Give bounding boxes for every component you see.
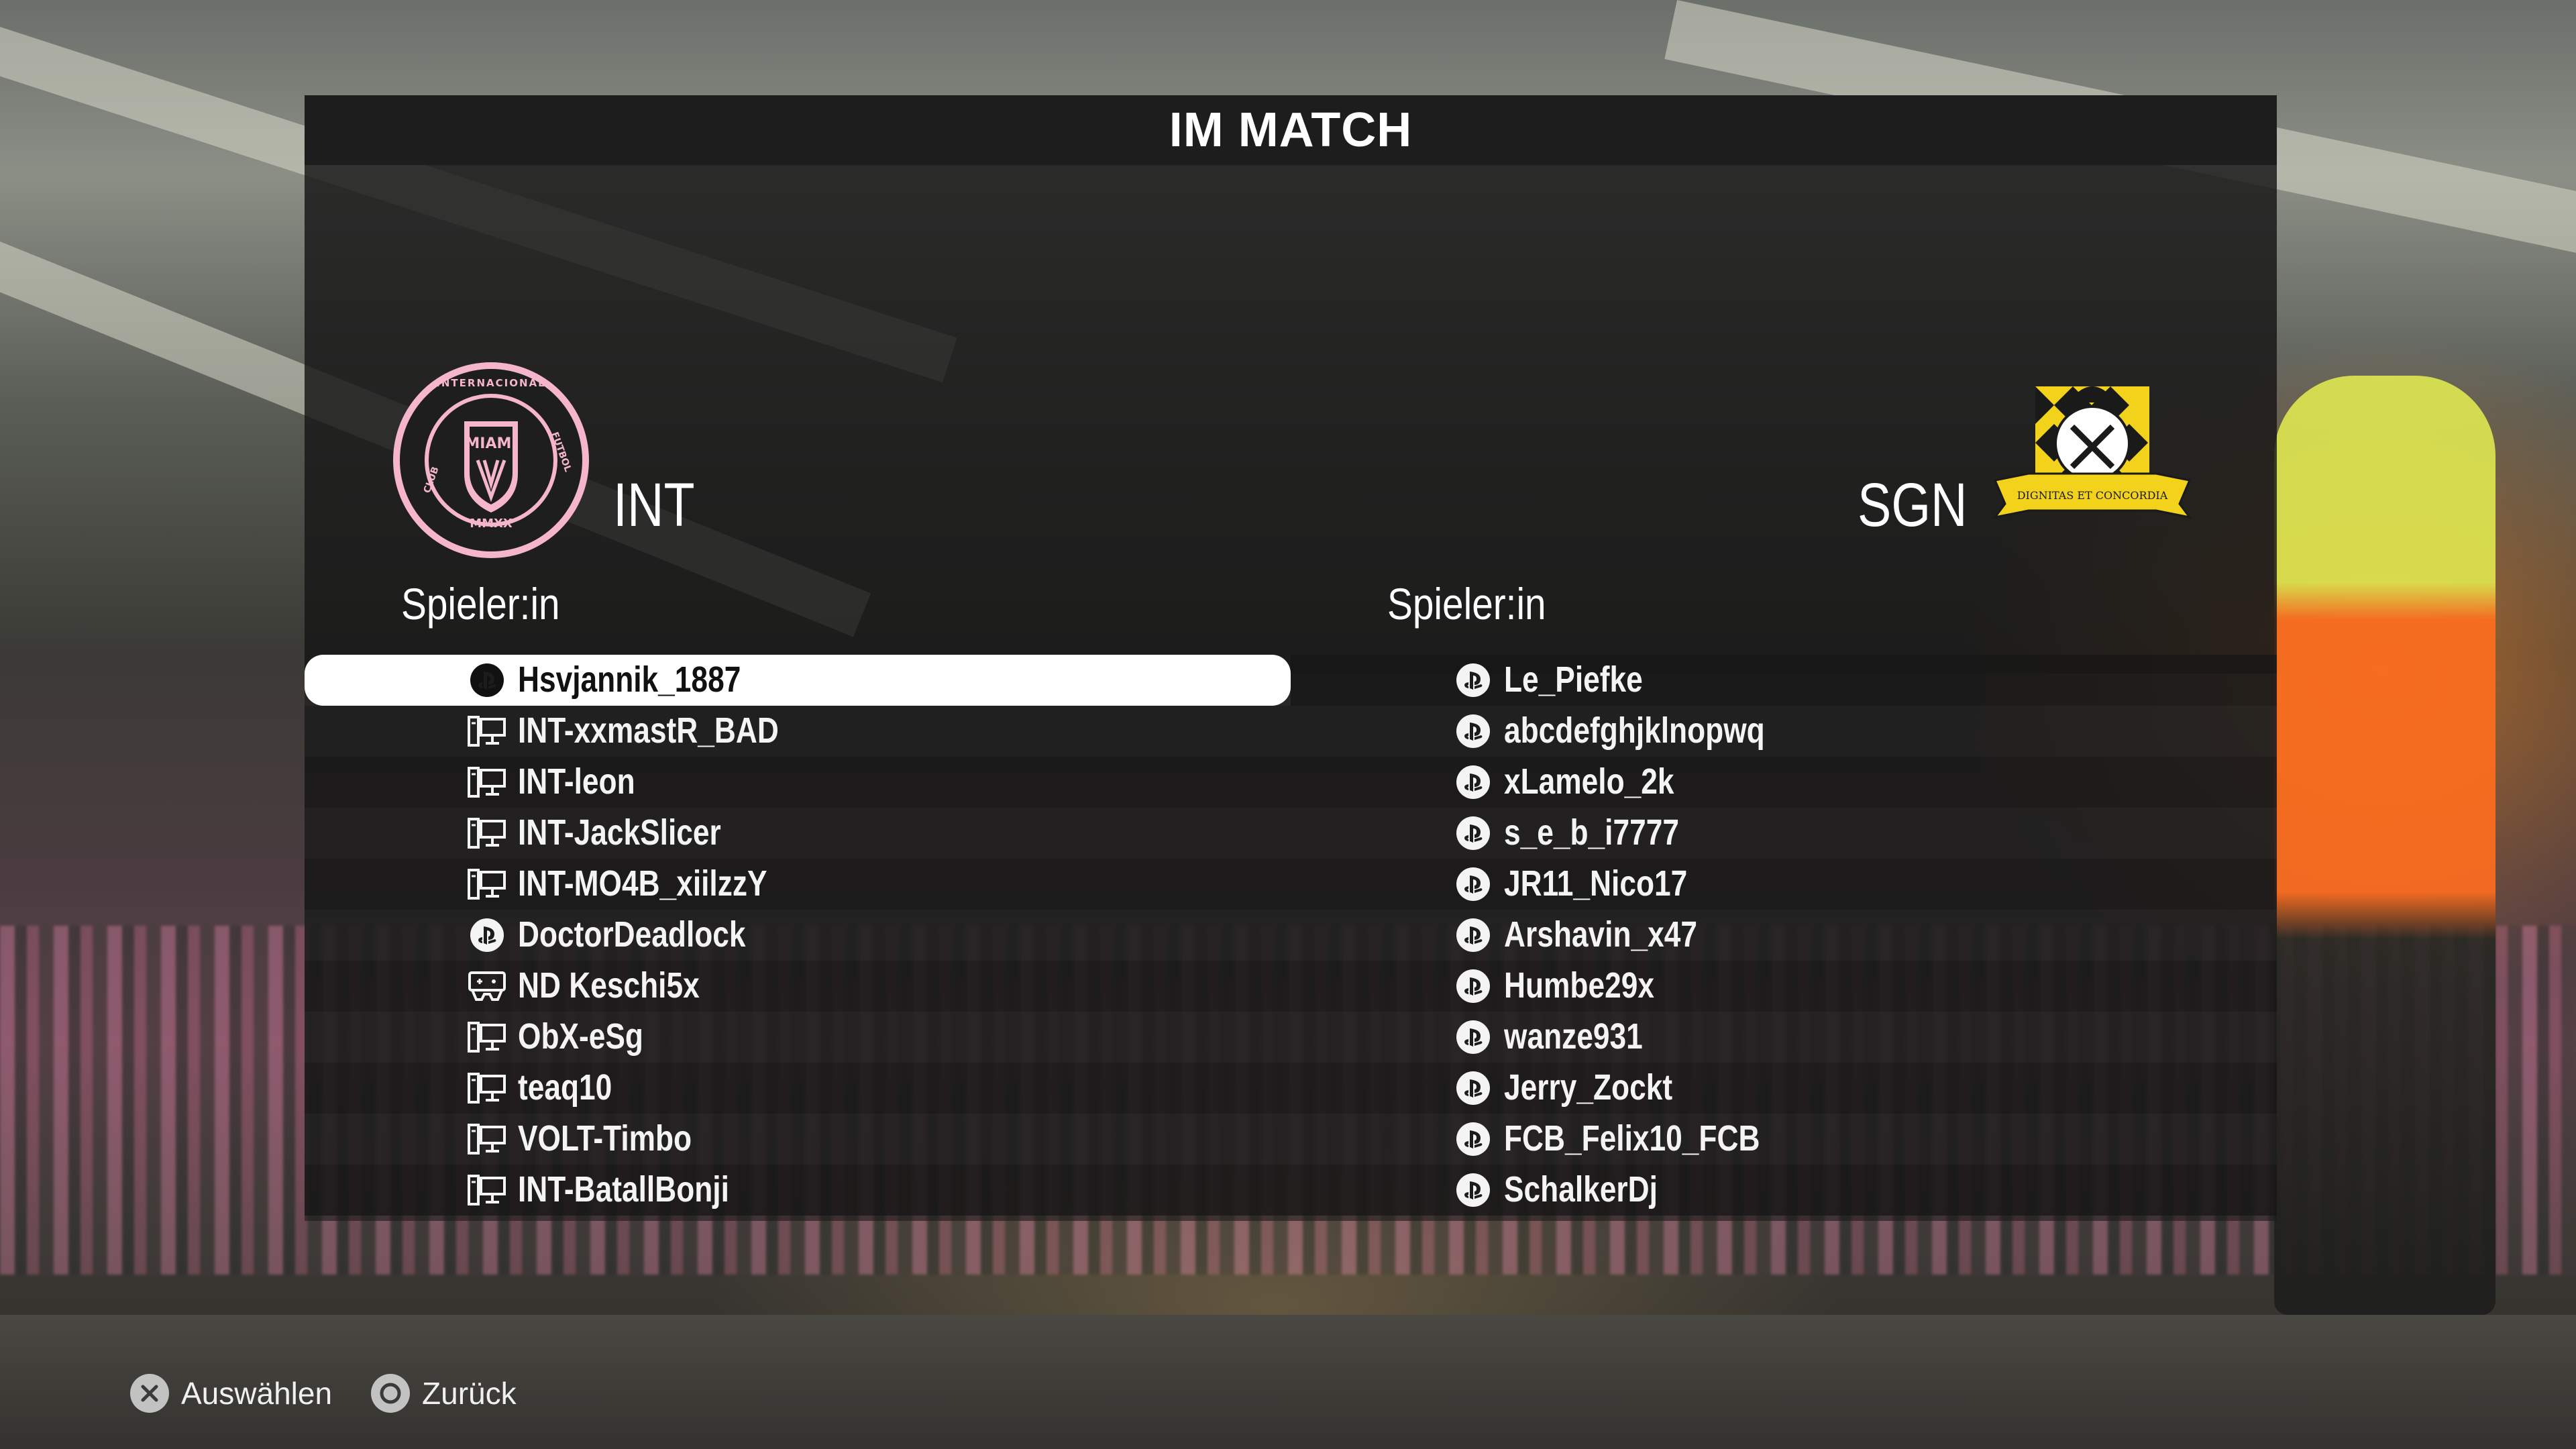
match-panel: IM MATCH MIAMI MMXX INTERNACIONAL CLUB F… [305, 95, 2277, 1221]
pc-icon [467, 817, 507, 849]
select-label: Auswählen [181, 1376, 333, 1411]
player-row[interactable]: JR11_Nico17 [1291, 859, 2277, 910]
panel-header: IM MATCH [305, 95, 2277, 165]
player-name: ObX-eSg [518, 1016, 643, 1057]
player-row[interactable]: xLamelo_2k [1291, 757, 2277, 808]
playstation-icon [1453, 1173, 1493, 1207]
player-name: INT-MO4B_xiilzzY [518, 863, 767, 904]
player-row[interactable]: teaq10 [305, 1063, 1291, 1114]
away-players-header: Spieler:in [1387, 579, 1546, 629]
pc-icon [467, 715, 507, 747]
player-name: DoctorDeadlock [518, 914, 746, 955]
player-row[interactable]: INT-xxmastR_BAD [305, 706, 1291, 757]
player-row[interactable]: VOLT-Timbo [305, 1114, 1291, 1165]
gamepad-icon [467, 970, 507, 1002]
svg-text:INTERNACIONAL: INTERNACIONAL [436, 377, 545, 389]
button-hints: Auswählen Zurück [130, 1370, 517, 1417]
page-title: IM MATCH [1169, 103, 1413, 157]
player-name: JR11_Nico17 [1504, 863, 1688, 904]
playstation-icon [1453, 816, 1493, 850]
player-name: Arshavin_x47 [1504, 914, 1697, 955]
player-name: wanze931 [1504, 1016, 1643, 1057]
player-name: VOLT-Timbo [518, 1118, 692, 1159]
sgn-crest-icon: DIGNITAS ET CONCORDIA [1992, 386, 2192, 519]
steward-figure [2274, 376, 2496, 1315]
player-row[interactable]: Arshavin_x47 [1291, 910, 2277, 961]
playstation-icon [1453, 663, 1493, 697]
playstation-icon [467, 663, 507, 697]
player-row[interactable]: ObX-eSg [305, 1012, 1291, 1063]
pc-icon [467, 766, 507, 798]
player-name: INT-leon [518, 761, 635, 802]
player-row[interactable]: Le_Piefke [1291, 655, 2277, 706]
svg-text:MMXX: MMXX [470, 517, 513, 531]
player-name: Humbe29x [1504, 965, 1654, 1006]
player-row[interactable]: INT-JackSlicer [305, 808, 1291, 859]
player-name: Le_Piefke [1504, 659, 1643, 700]
pc-icon [467, 1021, 507, 1053]
inter-miami-crest-icon: MIAMI MMXX INTERNACIONAL CLUB FUTBOL [393, 362, 589, 558]
playstation-icon [1453, 1122, 1493, 1156]
player-name: INT-BatallBonji [518, 1169, 729, 1210]
player-name: teaq10 [518, 1067, 612, 1108]
back-label: Zurück [422, 1376, 517, 1411]
player-name: abcdefghjklnopwq [1504, 710, 1765, 751]
player-name: Hsvjannik_1887 [518, 659, 741, 700]
pc-icon [467, 868, 507, 900]
player-row[interactable]: DoctorDeadlock [305, 910, 1291, 961]
select-hint[interactable]: Auswählen [130, 1374, 332, 1413]
home-player-list: Hsvjannik_1887 INT-xxmastR_BAD INT-leon INT… [305, 655, 1291, 1216]
player-row[interactable]: wanze931 [1291, 1012, 2277, 1063]
home-players-header: Spieler:in [401, 579, 560, 629]
pc-icon [467, 1174, 507, 1206]
player-name: Jerry_Zockt [1504, 1067, 1673, 1108]
svg-text:MIAMI: MIAMI [465, 435, 517, 452]
player-row[interactable]: INT-MO4B_xiilzzY [305, 859, 1291, 910]
svg-text:DIGNITAS ET CONCORDIA: DIGNITAS ET CONCORDIA [2017, 489, 2168, 502]
player-name: SchalkerDj [1504, 1169, 1658, 1210]
cross-button-icon [130, 1374, 169, 1413]
player-row[interactable]: Jerry_Zockt [1291, 1063, 2277, 1114]
player-name: ND Keschi5x [518, 965, 700, 1006]
player-name: s_e_b_i7777 [1504, 812, 1679, 853]
playstation-icon [1453, 1071, 1493, 1105]
away-team-code: SGN [1858, 471, 1968, 539]
player-name: FCB_Felix10_FCB [1504, 1118, 1760, 1159]
playstation-icon [467, 918, 507, 952]
player-row[interactable]: ND Keschi5x [305, 961, 1291, 1012]
player-name: INT-xxmastR_BAD [518, 710, 779, 751]
playstation-icon [1453, 765, 1493, 799]
away-player-list: Le_Piefke abcdefghjklnopwq xLamelo_2k s_e_b… [1291, 655, 2277, 1216]
home-team-code: INT [613, 471, 695, 539]
playstation-icon [1453, 867, 1493, 901]
teams-banner: MIAMI MMXX INTERNACIONAL CLUB FUTBOL INT… [305, 165, 2277, 674]
back-hint[interactable]: Zurück [371, 1374, 517, 1413]
player-row[interactable]: INT-leon [305, 757, 1291, 808]
playstation-icon [1453, 918, 1493, 952]
playstation-icon [1453, 1020, 1493, 1054]
player-row[interactable]: abcdefghjklnopwq [1291, 706, 2277, 757]
player-row[interactable]: INT-BatallBonji [305, 1165, 1291, 1216]
player-row[interactable]: Hsvjannik_1887 [305, 655, 1291, 706]
circle-button-icon [371, 1374, 411, 1413]
pc-icon [467, 1072, 507, 1104]
playstation-icon [1453, 969, 1493, 1003]
player-name: xLamelo_2k [1504, 761, 1674, 802]
player-row[interactable]: s_e_b_i7777 [1291, 808, 2277, 859]
player-name: INT-JackSlicer [518, 812, 721, 853]
player-row[interactable]: Humbe29x [1291, 961, 2277, 1012]
playstation-icon [1453, 714, 1493, 748]
player-row[interactable]: FCB_Felix10_FCB [1291, 1114, 2277, 1165]
player-row[interactable]: SchalkerDj [1291, 1165, 2277, 1216]
pc-icon [467, 1123, 507, 1155]
